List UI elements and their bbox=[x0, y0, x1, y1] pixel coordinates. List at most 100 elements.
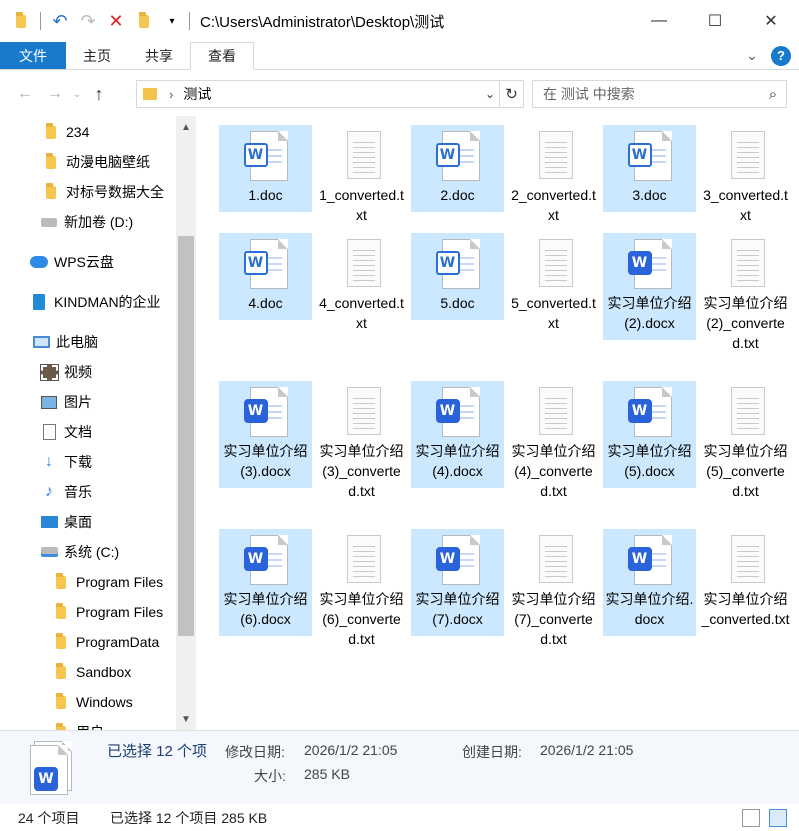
tab-file[interactable]: 文件 bbox=[0, 42, 66, 69]
sidebar-item-label: WPS云盘 bbox=[54, 254, 114, 270]
sidebar-item-label: 234 bbox=[66, 124, 90, 140]
word-file-item[interactable]: W 1.doc bbox=[219, 125, 312, 212]
maximize-button[interactable]: ☐ bbox=[687, 0, 743, 42]
back-button[interactable]: ← bbox=[10, 79, 40, 109]
word-file-item[interactable]: W 实习单位介绍 (7).docx bbox=[411, 529, 504, 636]
txt-file-item[interactable]: 5_converted.txt bbox=[507, 233, 600, 339]
scroll-down-icon[interactable]: ▼ bbox=[176, 710, 196, 728]
word-file-item[interactable]: W 4.doc bbox=[219, 233, 312, 320]
txt-file-item[interactable]: 4_converted.txt bbox=[315, 233, 408, 339]
chevron-down-icon[interactable]: ⌄ bbox=[481, 87, 499, 101]
sidebar-item[interactable]: ↓ 下载 bbox=[0, 448, 176, 476]
breadcrumb[interactable]: 测试 bbox=[183, 84, 211, 104]
navigation-pane[interactable]: 234 动漫电脑壁纸 对标号数据大全 新加卷 (D:) WPS云盘 KINDMAN的企业此… bbox=[0, 116, 196, 730]
txt-file-item[interactable]: 实习单位介绍_converted.txt bbox=[699, 529, 792, 635]
sidebar-item[interactable]: Program Files bbox=[0, 568, 176, 596]
txt-file-item[interactable]: 实习单位介绍(7)_converted.txt bbox=[507, 529, 600, 649]
folder-icon bbox=[52, 722, 70, 730]
up-button[interactable]: ↑ bbox=[84, 79, 114, 109]
file-grid[interactable]: W 1.doc 1_converted.txt W 2.doc 2_converted.t… bbox=[196, 116, 799, 730]
navigation-scrollbar[interactable]: ▲ ▼ bbox=[176, 116, 196, 730]
forward-button[interactable]: → bbox=[40, 79, 70, 109]
file-name: 实习单位介绍(2)_converted.txt bbox=[703, 295, 788, 351]
word-file-item[interactable]: W 2.doc bbox=[411, 125, 504, 212]
txt-file-item[interactable]: 2_converted.txt bbox=[507, 125, 600, 225]
folder-icon[interactable] bbox=[10, 10, 32, 32]
word-file-item[interactable]: W 实习单位介绍 (3).docx bbox=[219, 381, 312, 488]
title-bar: ↶ ↷ ✕ ▾ C:\Users\Administrator\Desktop\测… bbox=[0, 0, 799, 42]
sidebar-item[interactable]: 系统 (C:) bbox=[0, 538, 176, 566]
sidebar-item[interactable]: ProgramData bbox=[0, 628, 176, 656]
delete-icon[interactable]: ✕ bbox=[105, 10, 127, 32]
txt-file-item[interactable]: 实习单位介绍(4)_converted.txt bbox=[507, 381, 600, 501]
word-file-item[interactable]: W 实习单位介绍 (6).docx bbox=[219, 529, 312, 636]
file-name: 实习单位介绍(5)_converted.txt bbox=[703, 443, 788, 499]
sidebar-item[interactable]: Program Files bbox=[0, 598, 176, 626]
chevron-right-icon[interactable]: › bbox=[169, 87, 173, 102]
tab-share[interactable]: 共享 bbox=[128, 42, 190, 69]
recent-locations-button[interactable]: ⌄ bbox=[70, 79, 84, 109]
word-file-item[interactable]: W 实习单位介绍 (2).docx bbox=[603, 233, 696, 340]
expand-ribbon-icon[interactable]: ⌄ bbox=[741, 45, 763, 67]
sidebar-item[interactable]: 桌面 bbox=[0, 508, 176, 536]
txt-file-item[interactable]: 3_converted.txt bbox=[699, 125, 792, 225]
redo-icon[interactable]: ↷ bbox=[77, 10, 99, 32]
sidebar-item-label: Program Files bbox=[76, 574, 164, 590]
txt-file-item[interactable]: 实习单位介绍(2)_converted.txt bbox=[699, 233, 792, 353]
search-input[interactable]: 在 测试 中搜索 ⌕ bbox=[532, 80, 787, 108]
file-name: 实习单位介绍(6)_converted.txt bbox=[319, 591, 404, 647]
refresh-button[interactable]: ↻ bbox=[499, 81, 523, 107]
size-label: 大小: bbox=[254, 768, 286, 784]
txt-file-item[interactable]: 1_converted.txt bbox=[315, 125, 408, 225]
help-icon[interactable]: ? bbox=[771, 45, 791, 66]
tab-view[interactable]: 查看 bbox=[190, 42, 254, 70]
large-icons-view-icon[interactable] bbox=[769, 809, 787, 827]
txt-file-item[interactable]: 实习单位介绍(6)_converted.txt bbox=[315, 529, 408, 649]
sidebar-item[interactable]: 动漫电脑壁纸 bbox=[0, 148, 176, 176]
sidebar-item[interactable]: KINDMAN的企业 bbox=[0, 288, 176, 316]
ribbon-tabs: 文件 主页 共享 查看 ⌄ ? bbox=[0, 42, 799, 70]
sidebar-item[interactable]: ♪ 音乐 bbox=[0, 478, 176, 506]
sidebar-item[interactable]: 用户 bbox=[0, 718, 176, 730]
sidebar-item[interactable]: 视频 bbox=[0, 358, 176, 386]
txt-file-item[interactable]: 实习单位介绍(5)_converted.txt bbox=[699, 381, 792, 501]
sidebar-item[interactable]: 新加卷 (D:) bbox=[0, 208, 176, 236]
sidebar-item[interactable]: Windows bbox=[0, 688, 176, 716]
word-file-item[interactable]: W 实习单位介绍.docx bbox=[603, 529, 696, 636]
sidebar-item-label: ProgramData bbox=[76, 634, 160, 650]
undo-icon[interactable]: ↶ bbox=[49, 10, 71, 32]
txt-file-item[interactable]: 实习单位介绍(3)_converted.txt bbox=[315, 381, 408, 501]
folder-icon bbox=[52, 632, 70, 651]
tab-home[interactable]: 主页 bbox=[66, 42, 128, 69]
address-bar[interactable]: › 测试 ⌄ ↻ bbox=[136, 80, 524, 108]
close-button[interactable]: ✕ bbox=[743, 0, 799, 42]
word-file-item[interactable]: W 3.doc bbox=[603, 125, 696, 212]
word-document-icon: W bbox=[626, 387, 674, 441]
sidebar-item[interactable]: 对标号数据大全 bbox=[0, 178, 176, 206]
word-document-icon: W bbox=[434, 535, 482, 589]
word-file-item[interactable]: W 5.doc bbox=[411, 233, 504, 320]
file-name: 4.doc bbox=[248, 295, 283, 311]
text-file-icon bbox=[338, 535, 386, 589]
search-icon[interactable]: ⌕ bbox=[760, 86, 786, 103]
sidebar-item[interactable]: WPS云盘 bbox=[0, 248, 176, 276]
sidebar-item[interactable]: 文档 bbox=[0, 418, 176, 446]
word-file-item[interactable]: W 实习单位介绍 (5).docx bbox=[603, 381, 696, 488]
sidebar-item-label: 文档 bbox=[64, 424, 92, 440]
sidebar-item[interactable]: 图片 bbox=[0, 388, 176, 416]
new-folder-icon[interactable] bbox=[133, 10, 155, 32]
sidebar-item[interactable]: 234 bbox=[0, 118, 176, 146]
scrollbar-thumb[interactable] bbox=[178, 236, 194, 636]
text-file-icon bbox=[722, 387, 770, 441]
word-document-icon: W bbox=[434, 387, 482, 441]
details-view-icon[interactable] bbox=[742, 809, 760, 827]
customize-toolbar-icon[interactable]: ▾ bbox=[161, 10, 183, 32]
minimize-button[interactable]: — bbox=[631, 0, 687, 42]
sidebar-item[interactable]: Sandbox bbox=[0, 658, 176, 686]
scroll-up-icon[interactable]: ▲ bbox=[176, 118, 196, 136]
file-name: 实习单位介绍 (3).docx bbox=[223, 443, 308, 479]
word-file-item[interactable]: W 实习单位介绍 (4).docx bbox=[411, 381, 504, 488]
system-drive-icon bbox=[40, 543, 58, 561]
file-name: 实习单位介绍 (7).docx bbox=[415, 591, 500, 627]
sidebar-item[interactable]: 此电脑 bbox=[0, 328, 176, 356]
